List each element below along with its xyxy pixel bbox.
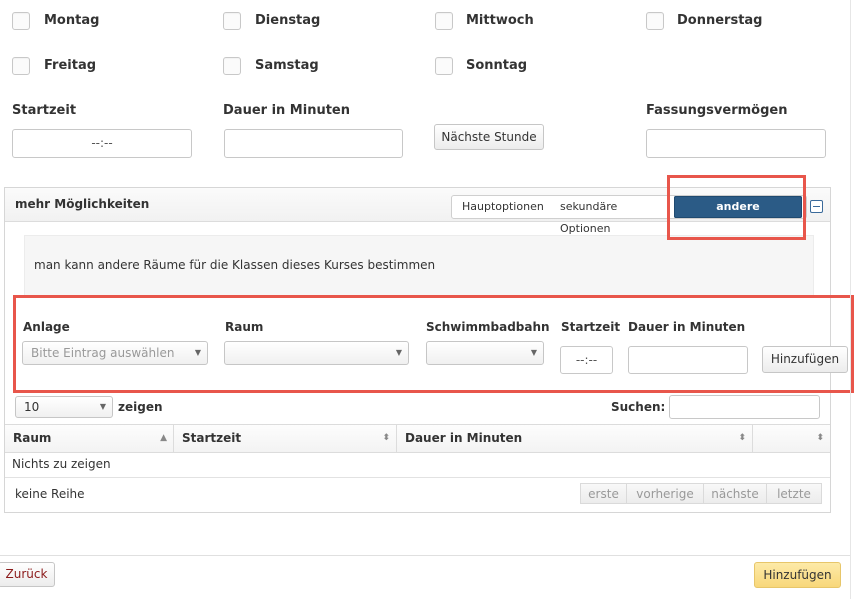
pager-first[interactable]: erste bbox=[580, 483, 627, 504]
panel-title: mehr Möglichkeiten bbox=[15, 197, 150, 211]
search-input[interactable] bbox=[669, 395, 820, 419]
label-sonntag: Sonntag bbox=[466, 58, 528, 73]
start-time-input[interactable]: --:-- bbox=[12, 129, 192, 158]
sort-icon: ⬍ bbox=[382, 433, 390, 443]
sort-icon: ⬍ bbox=[816, 433, 824, 443]
label-samstag: Samstag bbox=[255, 58, 319, 73]
page-size-select[interactable]: 10 ▼ bbox=[15, 396, 113, 418]
checkbox-montag[interactable] bbox=[12, 12, 30, 30]
table-divider bbox=[5, 477, 830, 478]
table-info-text: keine Reihe bbox=[15, 487, 85, 501]
tab-secondary-options[interactable]: sekundäre Optionen bbox=[560, 196, 670, 235]
table-header: Raum ▲ Startzeit ⬍ Dauer in Minuten ⬍ ⬍ bbox=[5, 424, 830, 453]
column-header-duration[interactable]: Dauer in Minuten ⬍ bbox=[397, 425, 753, 452]
column-header-start-label: Startzeit bbox=[182, 431, 242, 445]
duration-label: Dauer in Minuten bbox=[223, 103, 350, 118]
column-header-room[interactable]: Raum ▲ bbox=[5, 425, 174, 452]
pager-previous[interactable]: vorherige bbox=[626, 483, 704, 504]
label-mittwoch: Mittwoch bbox=[466, 13, 534, 28]
highlight-box-form bbox=[13, 295, 854, 393]
checkbox-mittwoch[interactable] bbox=[435, 12, 453, 30]
sort-ascending-icon: ▲ bbox=[160, 433, 167, 443]
info-text: man kann andere Räume für die Klassen di… bbox=[34, 258, 436, 272]
label-freitag: Freitag bbox=[44, 58, 97, 73]
chevron-down-icon: ▼ bbox=[99, 402, 106, 411]
footer-divider bbox=[0, 555, 850, 556]
label-dienstag: Dienstag bbox=[255, 13, 321, 28]
checkbox-dienstag[interactable] bbox=[223, 12, 241, 30]
checkbox-sonntag[interactable] bbox=[435, 57, 453, 75]
empty-table-text: Nichts zu zeigen bbox=[12, 457, 111, 471]
capacity-label: Fassungsvermögen bbox=[646, 103, 788, 118]
highlight-box-tab bbox=[667, 175, 806, 240]
pager-last[interactable]: letzte bbox=[766, 483, 822, 504]
column-header-actions[interactable]: ⬍ bbox=[753, 425, 830, 452]
checkbox-donnerstag[interactable] bbox=[646, 12, 664, 30]
show-label: zeigen bbox=[118, 400, 163, 414]
checkbox-freitag[interactable] bbox=[12, 57, 30, 75]
back-button[interactable]: Zurück bbox=[0, 562, 55, 587]
next-hour-button[interactable]: Nächste Stunde bbox=[434, 124, 544, 150]
duration-input[interactable] bbox=[224, 129, 403, 158]
tab-main-options[interactable]: Hauptoptionen bbox=[462, 196, 558, 218]
checkbox-samstag[interactable] bbox=[223, 57, 241, 75]
label-montag: Montag bbox=[44, 13, 100, 28]
scrollbar-track bbox=[850, 0, 851, 599]
pager-next[interactable]: nächste bbox=[703, 483, 767, 504]
label-donnerstag: Donnerstag bbox=[677, 13, 763, 28]
column-header-duration-label: Dauer in Minuten bbox=[405, 431, 523, 445]
sort-icon: ⬍ bbox=[738, 433, 746, 443]
start-time-label: Startzeit bbox=[12, 103, 77, 118]
info-box: man kann andere Räume für die Klassen di… bbox=[24, 235, 814, 297]
collapse-icon[interactable] bbox=[810, 200, 823, 213]
column-header-start[interactable]: Startzeit ⬍ bbox=[174, 425, 397, 452]
capacity-input[interactable] bbox=[646, 129, 826, 158]
search-label: Suchen: bbox=[611, 400, 666, 414]
column-header-room-label: Raum bbox=[13, 431, 52, 445]
page-size-value: 10 bbox=[24, 400, 40, 414]
add-button[interactable]: Hinzufügen bbox=[754, 562, 841, 588]
